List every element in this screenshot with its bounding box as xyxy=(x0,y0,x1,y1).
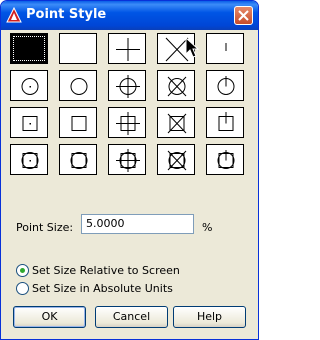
title-bar[interactable]: Point Style xyxy=(1,1,258,30)
point-style-tile-circle-x[interactable] xyxy=(157,70,195,101)
point-size-unit: % xyxy=(202,221,213,234)
point-style-tile-circle[interactable] xyxy=(59,70,97,101)
point-style-tile-square-plus[interactable] xyxy=(108,107,146,138)
point-style-tile-circle-square-dot[interactable] xyxy=(10,144,48,175)
close-icon xyxy=(238,10,249,21)
mouse-pointer-icon xyxy=(185,37,199,58)
dialog-body: Point Size: 5.0000 % Set Size Relative t… xyxy=(1,30,258,339)
point-style-tile-circle-dot[interactable] xyxy=(10,70,48,101)
autocad-app-icon xyxy=(6,7,22,23)
point-size-input[interactable]: 5.0000 xyxy=(81,214,194,234)
point-style-tile-circle-square[interactable] xyxy=(59,144,97,175)
point-style-tile-tick[interactable] xyxy=(206,33,244,64)
point-style-tile-square[interactable] xyxy=(59,107,97,138)
point-style-tile-dot[interactable] xyxy=(10,33,48,64)
cancel-button[interactable]: Cancel xyxy=(95,306,168,328)
point-style-tile-circle-square-plus[interactable] xyxy=(108,144,146,175)
point-style-tile-plus[interactable] xyxy=(108,33,146,64)
radio-absolute-units-label[interactable]: Set Size in Absolute Units xyxy=(32,282,173,295)
point-style-tile-square-dot[interactable] xyxy=(10,107,48,138)
point-style-dialog: Point Style Point Size: 5.0000 % Set Siz… xyxy=(0,0,259,340)
point-style-tile-circle-square-x[interactable] xyxy=(157,144,195,175)
point-style-tile-circle-plus[interactable] xyxy=(108,70,146,101)
window-title: Point Style xyxy=(26,7,107,22)
ok-button[interactable]: OK xyxy=(13,306,86,328)
point-size-label: Point Size: xyxy=(16,221,74,234)
radio-relative-to-screen-label[interactable]: Set Size Relative to Screen xyxy=(32,264,180,277)
point-style-tile-square-x[interactable] xyxy=(157,107,195,138)
point-style-tile-square-tick[interactable] xyxy=(206,107,244,138)
radio-relative-to-screen[interactable] xyxy=(16,264,29,277)
point-style-tile-none[interactable] xyxy=(59,33,97,64)
help-button[interactable]: Help xyxy=(173,306,246,328)
point-style-tile-circle-square-tick[interactable] xyxy=(206,144,244,175)
close-button[interactable] xyxy=(234,6,253,25)
point-style-tile-circle-tick[interactable] xyxy=(206,70,244,101)
radio-absolute-units[interactable] xyxy=(16,282,29,295)
